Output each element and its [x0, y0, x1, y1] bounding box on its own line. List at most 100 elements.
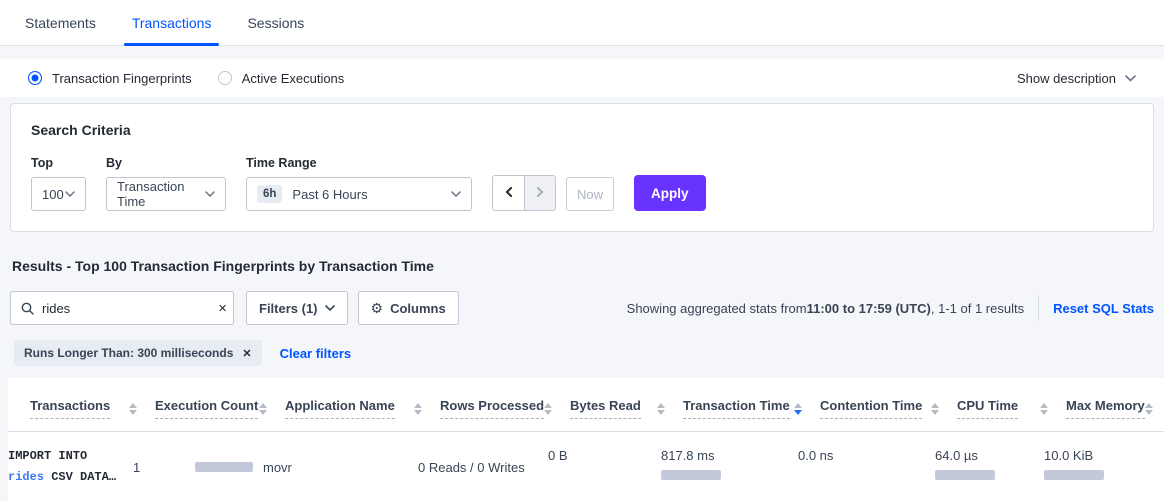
column-header-contention-time[interactable]: Contention Time	[820, 388, 957, 431]
sort-icon[interactable]	[129, 403, 137, 415]
by-select-value: Transaction Time	[117, 179, 205, 209]
cpu-time-bar	[935, 470, 995, 480]
filters-label: Filters (1)	[259, 301, 318, 316]
radio-selected-icon[interactable]	[28, 71, 42, 85]
sort-icon[interactable]	[1145, 403, 1153, 415]
radio-label: Transaction Fingerprints	[52, 71, 192, 86]
results-heading: Results - Top 100 Transaction Fingerprin…	[12, 258, 1152, 274]
column-header-transactions[interactable]: Transactions	[30, 388, 155, 431]
stats-range: 11:00 to 17:59 (UTC)	[807, 301, 931, 316]
top-label: Top	[31, 156, 86, 170]
sort-icon-active-desc[interactable]	[794, 403, 802, 415]
chevron-down-icon	[205, 191, 215, 197]
remove-filter-icon[interactable]: ✕	[242, 347, 251, 360]
execution-count-value: 1	[133, 460, 140, 475]
transaction-statement-line1: IMPORT INTO	[8, 446, 133, 467]
search-criteria-title: Search Criteria	[31, 122, 1133, 138]
results-table-panel: Transactions Execution Count Application…	[8, 378, 1164, 501]
previous-time-window-button[interactable]	[493, 176, 524, 210]
reset-sql-stats-link[interactable]: Reset SQL Stats	[1053, 301, 1154, 316]
search-input[interactable]	[42, 301, 218, 316]
stats-suffix: , 1-1 of 1 results	[931, 301, 1024, 316]
sort-icon[interactable]	[931, 403, 939, 415]
filter-pill-label: Runs Longer Than: 300 milliseconds	[24, 346, 233, 360]
column-header-rows-processed[interactable]: Rows Processed	[440, 388, 570, 431]
by-select[interactable]: Transaction Time	[106, 177, 226, 211]
column-header-transaction-time[interactable]: Transaction Time	[683, 388, 820, 431]
search-criteria-panel: Search Criteria Top 100 By Transaction T…	[10, 103, 1154, 232]
contention-time-value: 0.0 ns	[798, 448, 935, 463]
stats-prefix: Showing aggregated stats from	[627, 301, 807, 316]
filter-pill-runs-longer-than[interactable]: Runs Longer Than: 300 milliseconds ✕	[14, 340, 262, 366]
transaction-table-link[interactable]: rides	[8, 470, 44, 484]
sort-icon[interactable]	[544, 403, 552, 415]
clear-search-icon[interactable]: ✕	[218, 302, 227, 315]
chevron-down-icon	[325, 305, 335, 311]
tab-sessions[interactable]: Sessions	[239, 0, 312, 45]
sort-icon[interactable]	[657, 403, 665, 415]
time-range-badge: 6h	[257, 185, 282, 203]
time-range-select[interactable]: 6h Past 6 Hours	[246, 177, 472, 211]
radio-unselected-icon[interactable]	[218, 71, 232, 85]
filters-button[interactable]: Filters (1)	[246, 291, 348, 325]
page-tabbar: Statements Transactions Sessions	[0, 0, 1164, 46]
sort-icon[interactable]	[414, 403, 422, 415]
table-row: IMPORT INTO rides CSV DATA… 1 movr 0 Rea…	[8, 432, 1164, 501]
view-toggle-bar: Transaction Fingerprints Active Executio…	[0, 59, 1164, 97]
sort-icon[interactable]	[1040, 403, 1048, 415]
bytes-read-value: 0 B	[548, 448, 661, 463]
transaction-time-bar	[661, 470, 721, 480]
table-header-row: Transactions Execution Count Application…	[8, 388, 1164, 432]
top-select[interactable]: 100	[31, 177, 86, 211]
column-header-bytes-read[interactable]: Bytes Read	[570, 388, 683, 431]
column-header-application-name[interactable]: Application Name	[285, 388, 440, 431]
aggregated-stats-text: Showing aggregated stats from 11:00 to 1…	[627, 301, 1024, 316]
column-header-max-memory[interactable]: Max Memory	[1066, 388, 1164, 431]
gear-icon: ⚙	[371, 300, 384, 317]
clear-filters-link[interactable]: Clear filters	[280, 346, 352, 361]
transaction-time-value: 817.8 ms	[661, 448, 798, 463]
chevron-down-icon	[451, 191, 461, 197]
active-filters-row: Runs Longer Than: 300 milliseconds ✕ Cle…	[14, 340, 1154, 366]
chevron-down-icon	[65, 191, 75, 197]
max-memory-cell: 10.0 KiB	[1044, 446, 1164, 480]
application-name-cell: movr	[263, 460, 418, 475]
max-memory-bar	[1044, 470, 1104, 480]
columns-button[interactable]: ⚙ Columns	[358, 291, 459, 325]
radio-label: Active Executions	[242, 71, 345, 86]
column-header-execution-count[interactable]: Execution Count	[155, 388, 285, 431]
execution-count-bar	[195, 462, 253, 472]
transaction-fingerprint-cell[interactable]: IMPORT INTO rides CSV DATA…	[8, 446, 133, 488]
sort-icon[interactable]	[259, 403, 267, 415]
contention-time-cell: 0.0 ns	[798, 446, 935, 463]
tab-statements[interactable]: Statements	[17, 0, 104, 45]
show-description-toggle[interactable]: Show description	[1017, 71, 1136, 86]
transaction-statement-line2: rides CSV DATA…	[8, 467, 133, 488]
cpu-time-value: 64.0 µs	[935, 448, 1044, 463]
time-range-value: Past 6 Hours	[292, 187, 367, 202]
cpu-time-cell: 64.0 µs	[935, 446, 1044, 480]
column-header-cpu-time[interactable]: CPU Time	[957, 388, 1066, 431]
radio-active-executions[interactable]: Active Executions	[218, 71, 345, 86]
chevron-down-icon	[1125, 75, 1136, 82]
next-time-window-button[interactable]	[524, 176, 555, 210]
time-range-label: Time Range	[246, 156, 472, 170]
apply-button[interactable]: Apply	[634, 175, 706, 211]
vertical-divider	[1038, 295, 1039, 321]
transaction-statement-rest: CSV DATA…	[44, 470, 116, 484]
show-description-label: Show description	[1017, 71, 1116, 86]
radio-transaction-fingerprints[interactable]: Transaction Fingerprints	[28, 71, 192, 86]
top-select-value: 100	[42, 187, 64, 202]
bytes-read-cell: 0 B	[548, 446, 661, 463]
time-range-nav	[492, 175, 556, 211]
max-memory-value: 10.0 KiB	[1044, 448, 1164, 463]
chevron-left-icon	[503, 186, 515, 201]
rows-processed-cell: 0 Reads / 0 Writes	[418, 460, 548, 475]
by-label: By	[106, 156, 226, 170]
search-box[interactable]: ✕	[10, 291, 234, 325]
transaction-time-cell: 817.8 ms	[661, 446, 798, 480]
now-button[interactable]: Now	[566, 177, 614, 211]
tab-transactions[interactable]: Transactions	[124, 0, 220, 45]
search-icon	[21, 302, 34, 315]
chevron-right-icon	[534, 186, 546, 201]
